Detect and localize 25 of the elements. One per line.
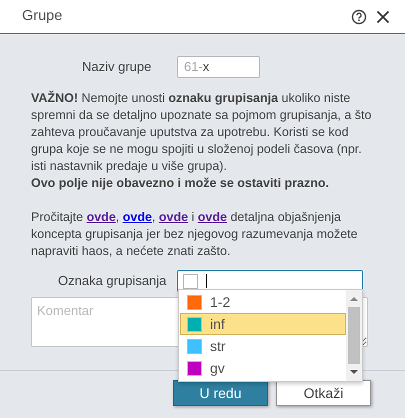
dropdown-option[interactable]: gv [180, 357, 346, 379]
dropdown-option[interactable]: inf [180, 313, 346, 335]
link[interactable]: ovde [122, 210, 152, 224]
field-label: Oznaka grupisanja [58, 272, 168, 290]
name-input[interactable]: 61-x [177, 56, 260, 78]
field-label: Naziv grupe [82, 58, 152, 76]
ok-button[interactable]: U redu [173, 380, 268, 406]
dropdown-option[interactable]: 1-2 [180, 291, 346, 313]
info-text: Pročitajte ovde, ovde, ovde i ovde detaljna objašnjenja koncepta grupisanja jer bez njegovog razumevanja možete napraviti haos, a nećete znati zašto. [31, 209, 359, 260]
scrollbar[interactable] [346, 290, 362, 381]
link[interactable]: ovde [86, 210, 116, 224]
option-label: inf [210, 314, 225, 334]
note-text: Ovo polje nije obavezno i može se ostaviti prazno. [31, 175, 330, 192]
close-icon[interactable] [375, 8, 391, 24]
link[interactable]: ovde [198, 210, 227, 224]
option-label: gv [210, 358, 225, 378]
text-cursor [206, 274, 207, 288]
help-icon[interactable] [351, 8, 367, 24]
dropdown-option[interactable]: str [180, 335, 346, 357]
cancel-button[interactable]: Otkaži [276, 380, 371, 406]
option-label: str [210, 336, 226, 356]
option-label: 1-2 [210, 292, 230, 312]
link[interactable]: ovde [158, 210, 188, 224]
dialog-title: Grupe [22, 6, 62, 26]
warning-text: VAŽNO! Nemojte unosti oznaku grupisanja ukoliko niste spremni da se detaljno upoznate sa pojmom grupisanja, a što zahteva proučavanje uputstva za upotrebu. Koristi se kod grupa koje se ne mogu spojiti u složenoj podeli časova (npr. isti nastavnik predaje u više grupa). [31, 90, 372, 175]
